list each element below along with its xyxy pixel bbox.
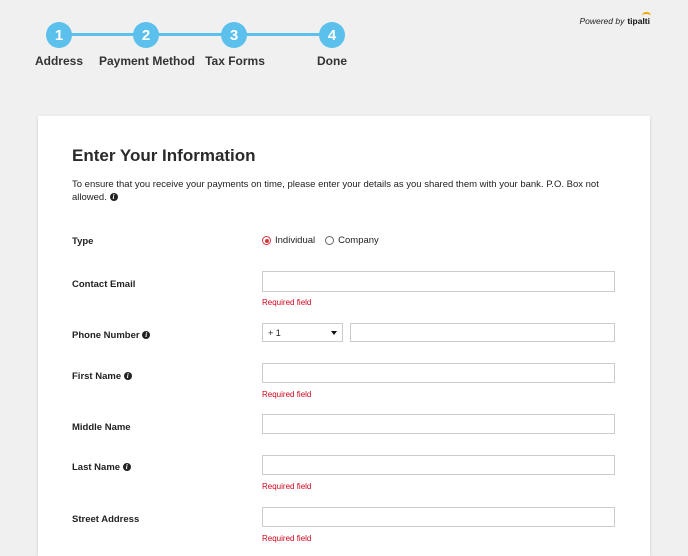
phone-number-label: Phone Number i <box>72 330 151 341</box>
last-name-info-icon[interactable]: i <box>122 463 131 472</box>
radio-company[interactable]: Company <box>325 235 379 246</box>
radio-individual-label[interactable]: Individual <box>275 235 315 246</box>
type-label: Type <box>72 236 94 247</box>
last-name-input[interactable] <box>262 455 615 475</box>
information-form-card: Enter Your Information To ensure that yo… <box>38 116 650 556</box>
step-1-circle: 1 <box>46 22 72 48</box>
phone-info-icon[interactable]: i <box>142 331 151 340</box>
step-3-circle: 3 <box>221 22 247 48</box>
stepper-line <box>59 33 332 36</box>
last-name-label-text: Last Name <box>72 462 121 473</box>
page-title: Enter Your Information <box>72 146 256 165</box>
step-4-circle: 4 <box>319 22 345 48</box>
middle-name-label: Middle Name <box>72 422 131 433</box>
street-address-error: Required field <box>262 534 312 543</box>
first-name-error: Required field <box>262 390 312 399</box>
radio-individual[interactable]: Individual <box>262 235 315 246</box>
intro-text: To ensure that you receive your payments… <box>72 178 612 204</box>
street-address-label: Street Address <box>72 514 140 525</box>
info-icon[interactable]: i <box>109 193 118 202</box>
last-name-error: Required field <box>262 482 312 491</box>
first-name-label: First Name i <box>72 371 132 382</box>
radio-company-label[interactable]: Company <box>338 235 379 246</box>
tipalti-logo: tipalti <box>627 12 651 26</box>
powered-by-text: Powered by <box>579 16 625 26</box>
first-name-input[interactable] <box>262 363 615 383</box>
country-code-select[interactable]: + 1 <box>262 323 343 342</box>
chevron-down-icon <box>331 330 337 335</box>
radio-individual-circle[interactable] <box>262 236 271 245</box>
first-name-info-icon[interactable]: i <box>123 372 132 381</box>
country-code-value: + 1 <box>268 327 281 338</box>
contact-email-label: Contact Email <box>72 279 136 290</box>
powered-by: Powered by tipalti <box>579 12 651 26</box>
radio-company-circle[interactable] <box>325 236 335 245</box>
phone-number-input[interactable] <box>350 323 615 342</box>
contact-email-input[interactable] <box>262 271 615 292</box>
contact-email-error: Required field <box>262 298 312 307</box>
step-2-circle: 2 <box>133 22 159 48</box>
step-4-label: Done <box>317 54 347 68</box>
first-name-label-text: First Name <box>72 371 122 382</box>
last-name-label: Last Name i <box>72 462 131 473</box>
street-address-input[interactable] <box>262 507 615 527</box>
type-radio-group: Individual Company <box>262 235 389 246</box>
intro-text-content: To ensure that you receive your payments… <box>72 179 599 203</box>
middle-name-input[interactable] <box>262 414 615 434</box>
progress-stepper: 1 2 3 4 Address Payment Method Tax Forms… <box>0 0 688 100</box>
phone-number-label-text: Phone Number <box>72 330 140 341</box>
